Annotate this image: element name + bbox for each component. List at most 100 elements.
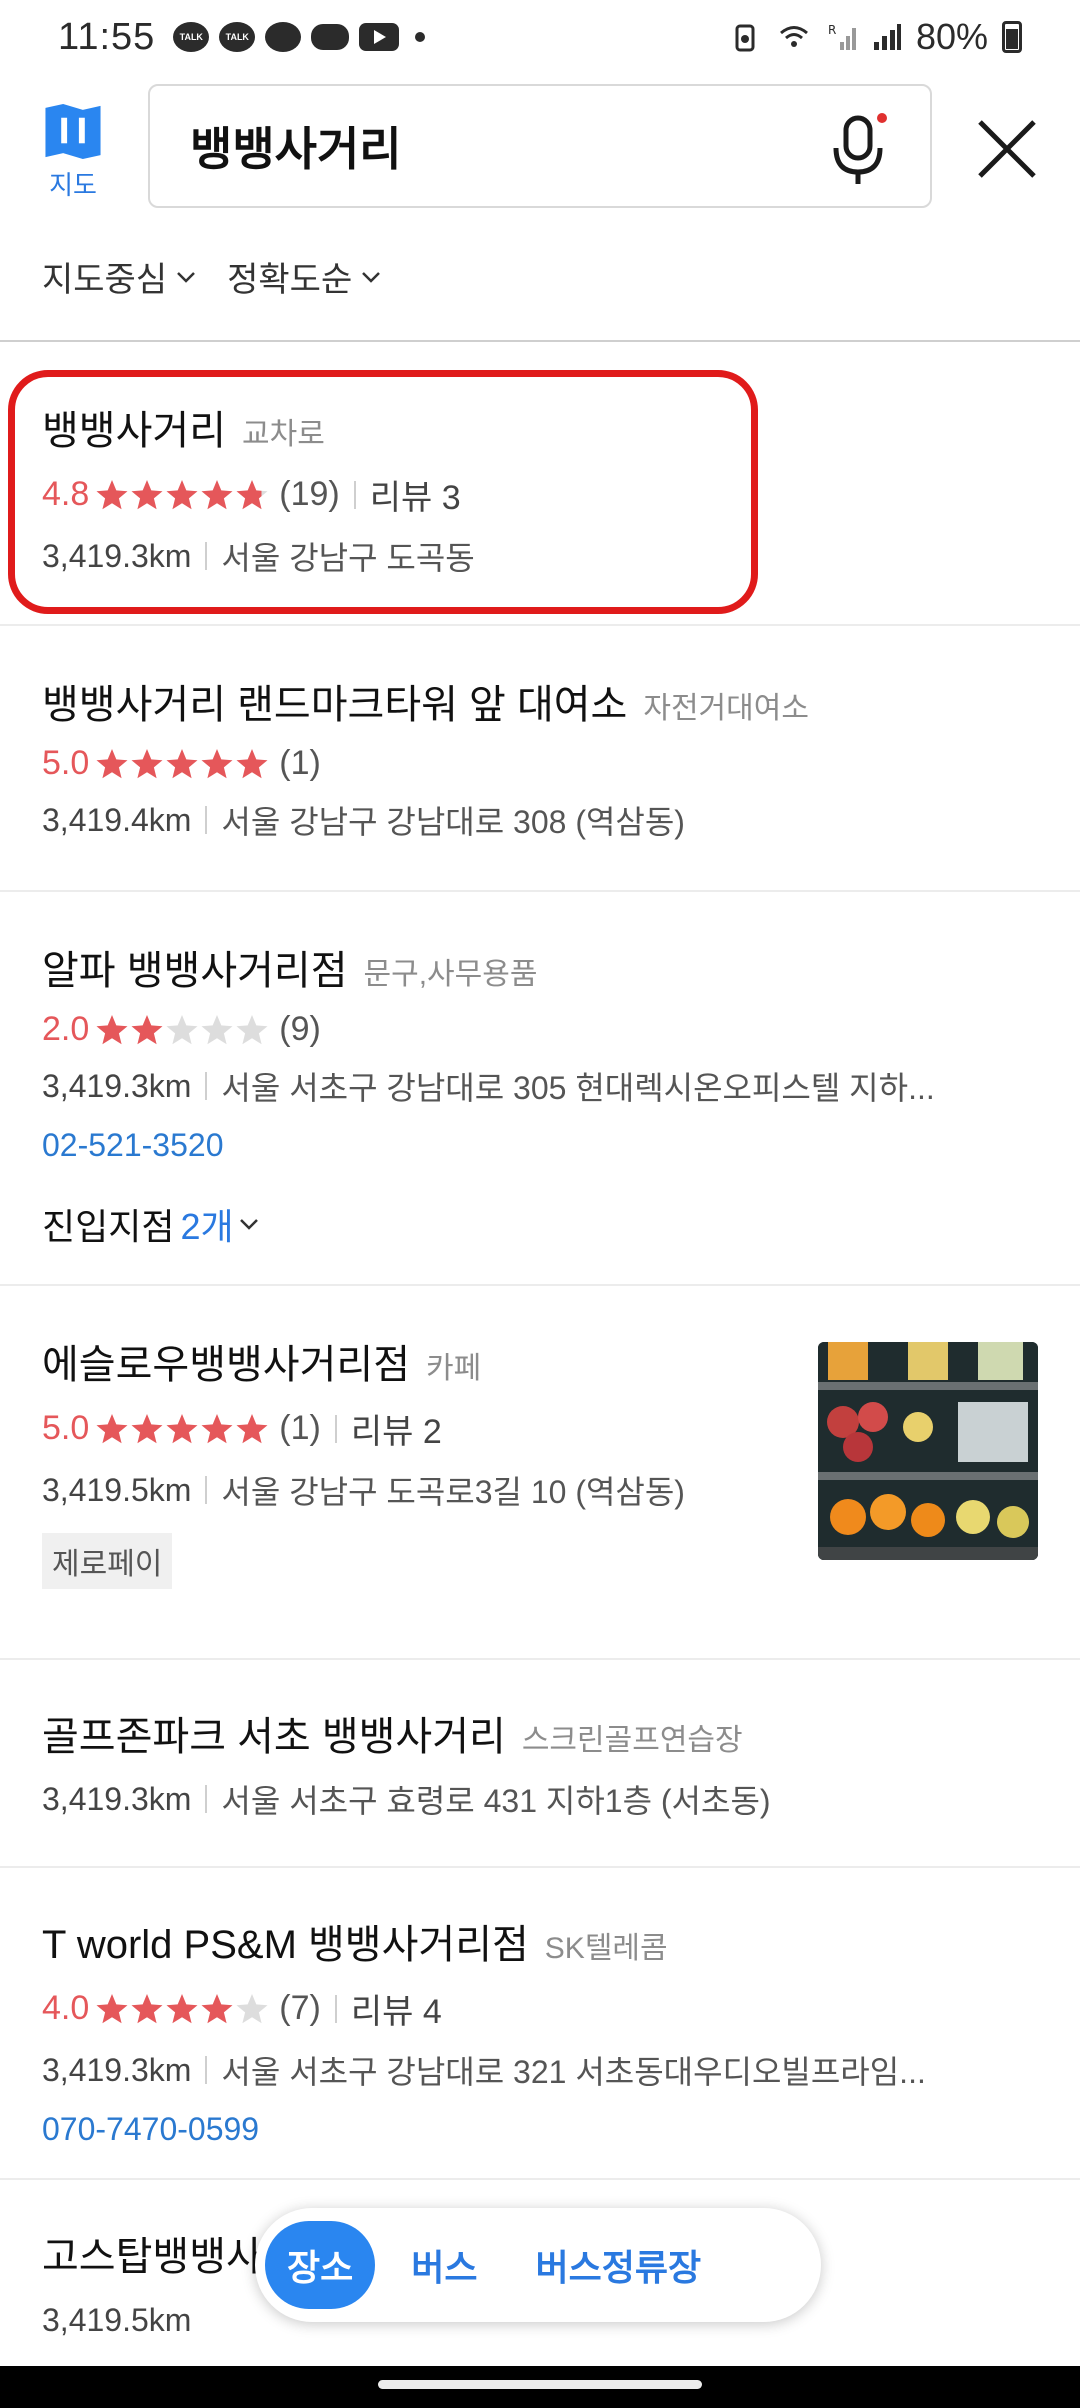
separator [334,1994,337,2023]
list-item[interactable]: 뱅뱅사거리 교차로 4.8 (19) 리뷰 3 3,419.3km 서울 강남구… [0,342,1080,626]
place-name: T world PS&M 뱅뱅사거리점 [42,1923,529,1967]
rating-score: 5.0 [42,1409,90,1447]
review-count[interactable]: 리뷰 2 [351,1404,442,1453]
place-name: 알파 뱅뱅사거리점 [42,949,348,993]
star-filled-icon [131,479,163,509]
filter-label: 정확도순 [227,261,353,299]
filter-map-center[interactable]: 지도중심 [42,252,197,301]
star-filled-icon [201,1413,233,1443]
home-handle[interactable] [378,2380,702,2389]
tab-bus-stop[interactable]: 버스정류장 [514,2221,724,2309]
star-filled-icon [166,479,198,509]
signal-icon [873,24,901,50]
star-filled-icon [96,748,128,778]
rating-count: (9) [279,1010,321,1048]
close-icon[interactable] [972,114,1042,184]
filter-bar: 지도중심 정확도순 [42,252,382,301]
star-filled-icon [131,1413,163,1443]
review-count[interactable]: 리뷰 4 [351,1984,442,2033]
phone-link[interactable]: 070-7470-0599 [42,2111,1080,2148]
place-category: 스크린골프연습장 [521,1724,743,1757]
talk-icon: TALK [173,22,210,52]
place-name: 골프존파크 서초 뱅뱅사거리 [42,1715,506,1759]
chevron-down-icon [177,271,196,283]
map-label: 지도 [49,170,97,200]
address: 서울 서초구 효령로 431 지하1층 (서초동) [221,1783,771,1819]
distance: 3,419.3km [42,537,192,574]
star-filled-icon [96,1993,128,2023]
rating-score: 4.0 [42,1989,90,2027]
star-filled-icon [201,748,233,778]
rating-stars [95,1412,269,1446]
distance: 3,419.3km [42,1780,192,1817]
star-filled-icon [166,1993,198,2023]
rating-count: (1) [279,744,321,782]
separator [353,480,356,509]
distance: 3,419.5km [42,1471,192,1508]
place-thumbnail[interactable] [818,1342,1038,1560]
star-empty-icon [236,1014,268,1044]
separator [205,806,208,834]
wifi-icon [779,26,808,47]
roaming-signal-icon: R [828,23,856,50]
separator [334,1414,337,1443]
search-input[interactable]: 뱅뱅사거리 [148,84,932,208]
list-item[interactable]: T world PS&M 뱅뱅사거리점 SK텔레콤 4.0 (7) 리뷰 4 3… [0,1868,1080,2180]
rating-stars [95,478,269,512]
list-item[interactable]: 골프존파크 서초 뱅뱅사거리 스크린골프연습장 3,419.3km 서울 서초구… [0,1660,1080,1868]
place-category: 문구,사무용품 [363,958,538,991]
list-item[interactable]: 알파 뱅뱅사거리점 문구,사무용품 2.0 (9) 3,419.3km 서울 서… [0,892,1080,1286]
review-count[interactable]: 리뷰 3 [370,470,461,519]
separator [205,1476,208,1504]
system-icons: R 80% [730,16,1022,58]
star-filled-icon [96,1413,128,1443]
filter-sort-accuracy[interactable]: 정확도순 [227,252,382,301]
star-empty-icon [201,1014,233,1044]
entry-label: 진입지점 [42,1206,175,1247]
star-filled-icon [166,1413,198,1443]
rating-stars [95,1013,269,1047]
result-type-tabs: 장소 버스 버스정류장 [255,2208,821,2322]
filter-label: 지도중심 [42,261,168,299]
entry-count: 2개 [180,1206,234,1247]
status-bar: 11:55 TALK TALK R 80% [0,0,1080,74]
separator [205,2056,208,2084]
place-category: 교차로 [242,418,325,451]
star-filled-icon [96,479,128,509]
svg-text:R: R [828,23,836,37]
tab-places[interactable]: 장소 [265,2221,376,2309]
search-query: 뱅뱅사거리 [190,123,402,175]
rating-score: 2.0 [42,1010,90,1048]
status-time: 11:55 [58,15,156,58]
place-name: 뱅뱅사거리 [42,409,226,453]
star-filled-icon [131,1014,163,1044]
tab-bus[interactable]: 버스 [389,2221,499,2309]
list-item[interactable]: 에슬로우뱅뱅사거리점 카페 5.0 (1) 리뷰 2 3,419.5km 서울 … [0,1286,1080,1660]
place-category: 카페 [426,1352,482,1385]
dot-icon [415,32,426,42]
star-filled-icon [166,748,198,778]
rating-stars [95,1992,269,2026]
list-item[interactable]: 뱅뱅사거리 랜드마크타워 앞 대여소 자전거대여소 5.0 (1) 3,419.… [0,626,1080,892]
star-filled-icon [96,1014,128,1044]
chat-bubble-icon [265,22,302,52]
map-button[interactable]: 지도 [38,102,108,202]
notification-icons: TALK TALK [173,22,426,52]
distance: 3,419.5km [42,2302,192,2338]
fruit-shelf-image [818,1342,1038,1560]
place-category: 자전거대여소 [643,692,809,725]
result-list: 뱅뱅사거리 교차로 4.8 (19) 리뷰 3 3,419.3km 서울 강남구… [0,342,1080,2380]
microphone-icon[interactable] [824,112,894,188]
star-filled-icon [236,748,268,778]
game-icon [311,24,350,50]
phone-link[interactable]: 02-521-3520 [42,1127,1080,1164]
distance: 3,419.3km [42,1067,192,1104]
separator [205,1785,208,1813]
place-name: 고스탑뱅뱅사 [42,2235,263,2279]
star-filled-icon [201,1993,233,2023]
distance: 3,419.4km [42,801,192,838]
rating-count: (7) [279,1989,321,2027]
entry-points-toggle[interactable]: 진입지점 2개 [42,1198,1080,1250]
star-half-icon [236,479,268,509]
map-icon [45,103,101,160]
